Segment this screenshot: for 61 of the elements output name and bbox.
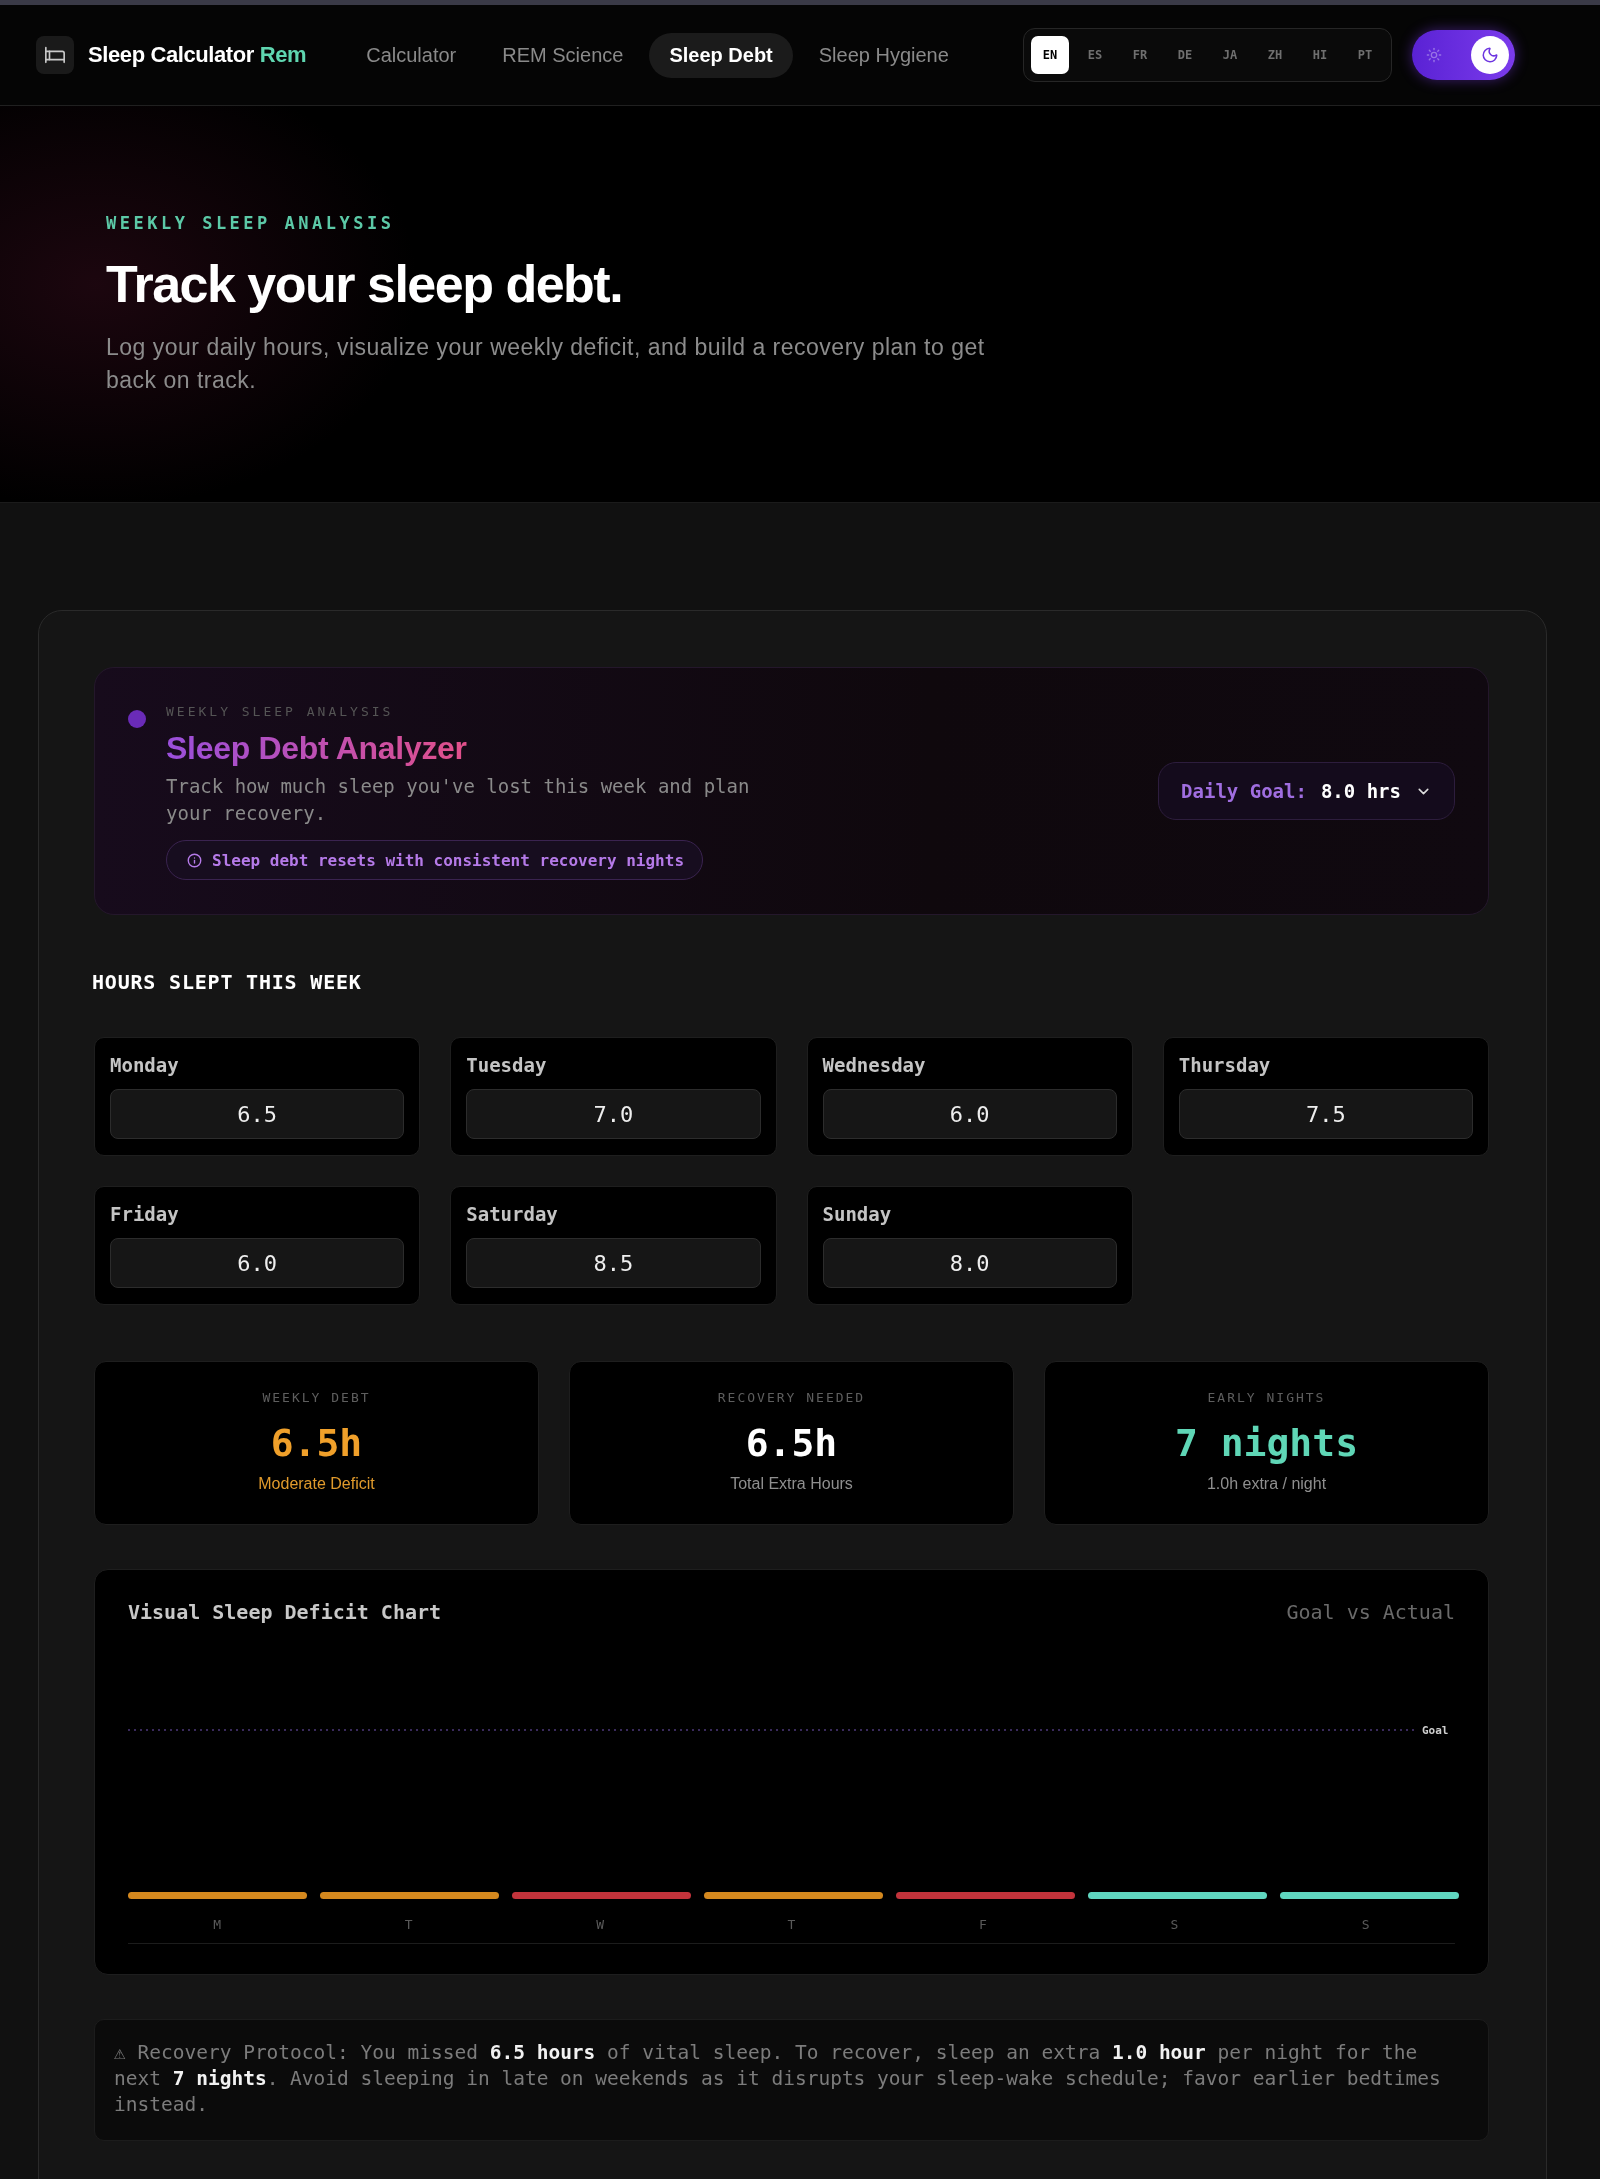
info-icon — [187, 852, 202, 868]
analyzer-eyebrow: WEEKLY SLEEP ANALYSIS — [166, 703, 394, 721]
moon-icon — [1471, 36, 1509, 74]
stat-note: Moderate Deficit — [258, 1474, 375, 1494]
hours-input[interactable]: 8.5 — [466, 1238, 761, 1288]
nav-tab[interactable]: Sleep Hygiene — [798, 32, 969, 78]
language-option[interactable]: EN — [1031, 36, 1069, 74]
day-axis-label: T — [786, 1916, 797, 1934]
brand-name[interactable]: Sleep Calculator Rem — [88, 42, 307, 68]
hours-input[interactable]: 8.0 — [822, 1238, 1117, 1288]
day-axis-label: T — [403, 1916, 414, 1934]
hero-title: Track your sleep debt. — [106, 254, 624, 314]
day-label: Monday — [110, 1053, 180, 1078]
nav-tab[interactable]: Sleep Debt — [649, 32, 793, 78]
stat-value: 6.5h — [745, 1420, 838, 1466]
stat-label: WEEKLY DEBT — [262, 1390, 371, 1406]
day-label: Tuesday — [466, 1053, 548, 1078]
language-option[interactable]: ZH — [1256, 36, 1294, 74]
stat-note: 1.0h extra / night — [1206, 1474, 1327, 1494]
language-option[interactable]: DE — [1166, 36, 1204, 74]
nav-tab[interactable]: Calculator — [346, 32, 477, 78]
language-option[interactable]: HI — [1301, 36, 1339, 74]
day-axis-label: S — [1360, 1916, 1371, 1934]
language-option[interactable]: JA — [1211, 36, 1249, 74]
dot-icon — [128, 710, 146, 728]
theme-toggle[interactable] — [1412, 30, 1515, 80]
recovery-note: ⚠ Recovery Protocol: You missed 6.5 hours of vital sleep. To recover, sleep an extra 1.0 hour per night for the next 7 nights. Avoid sleeping in late on weekends as it disrupts your sleep-wake schedule; favor earlier bedtimes instead. — [94, 2019, 1489, 2141]
day-label: Saturday — [466, 1202, 559, 1227]
goal-label: Goal — [1422, 1724, 1449, 1737]
day-label: Thursday — [1178, 1053, 1272, 1078]
chart-title: Visual Sleep Deficit Chart — [128, 1600, 442, 1624]
day-axis-label: S — [1169, 1916, 1180, 1934]
hours-input[interactable]: 6.0 — [822, 1089, 1117, 1139]
nav-tab[interactable]: REM Science — [482, 32, 644, 78]
hours-input[interactable]: 6.5 — [110, 1089, 405, 1139]
stat-value: 7 nights — [1175, 1420, 1358, 1466]
language-option[interactable]: PT — [1346, 36, 1384, 74]
hero-subtitle: Log your daily hours, visualize your weekly deficit, and build a recovery plan to get back on track. — [106, 333, 986, 395]
day-axis-label: W — [595, 1916, 605, 1934]
hours-input[interactable]: 6.0 — [110, 1238, 405, 1288]
stat-label: EARLY NIGHTS — [1207, 1390, 1326, 1406]
analyzer-description: Track how much sleep you've lost this week and plan your recovery. — [166, 774, 751, 826]
section-heading: HOURS SLEPT THIS WEEK — [92, 969, 363, 996]
day-axis-label: M — [212, 1916, 223, 1934]
chart-legend: Goal vs Actual — [1286, 1600, 1455, 1624]
language-option[interactable]: ES — [1076, 36, 1114, 74]
day-label: Friday — [110, 1202, 180, 1227]
stat-note: Total Extra Hours — [730, 1474, 853, 1494]
stat-value: 6.5h — [270, 1420, 363, 1466]
hours-input[interactable]: 7.5 — [1178, 1089, 1473, 1139]
goal-select[interactable]: Daily Goal: 8.0 hrs — [1158, 762, 1455, 820]
stat-label: RECOVERY NEEDED — [717, 1390, 866, 1406]
hours-input[interactable]: 7.0 — [466, 1089, 761, 1139]
language-option[interactable]: FR — [1121, 36, 1159, 74]
sun-icon — [1426, 47, 1442, 63]
day-label: Wednesday — [822, 1053, 927, 1078]
hero-eyebrow: WEEKLY SLEEP ANALYSIS — [106, 212, 396, 235]
day-axis-label: F — [978, 1916, 988, 1934]
tip-text: Sleep debt resets with consistent recovery nights — [212, 850, 684, 870]
bed-icon — [36, 36, 74, 74]
day-label: Sunday — [822, 1202, 893, 1227]
